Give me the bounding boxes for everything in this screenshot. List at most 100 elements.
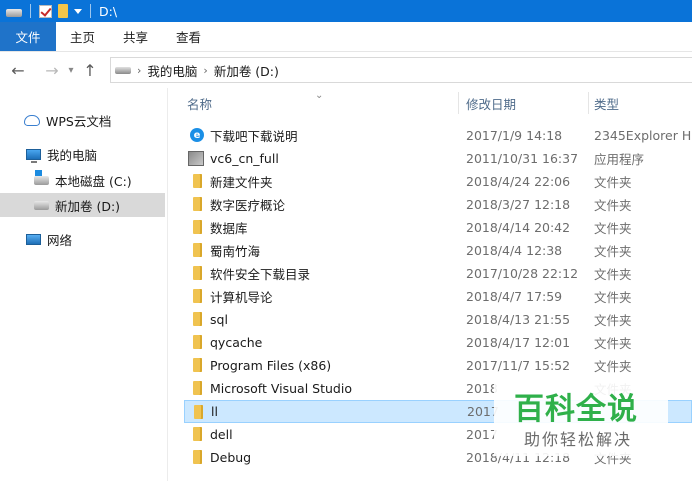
drive-icon bbox=[6, 9, 22, 17]
disk-d-icon bbox=[34, 200, 49, 210]
folder-icon bbox=[193, 289, 202, 303]
column-divider[interactable] bbox=[588, 92, 589, 114]
file-date: 2018/4/13 21:55 bbox=[466, 312, 571, 327]
forward-arrow-icon[interactable]: → bbox=[40, 58, 64, 82]
file-name: 新建文件夹 bbox=[210, 175, 273, 190]
tab-file[interactable]: 文件 bbox=[0, 22, 56, 51]
table-row[interactable]: 计算机导论 2018/4/7 17:59 文件夹 bbox=[184, 285, 692, 308]
nav-item-label: 新加卷 (D:) bbox=[55, 198, 121, 214]
file-name: dell bbox=[210, 427, 233, 442]
chevron-down-icon[interactable] bbox=[74, 8, 82, 14]
file-name: Debug bbox=[210, 450, 252, 465]
breadcrumb-separator-icon[interactable]: › bbox=[203, 64, 207, 77]
address-bar[interactable]: › 我的电脑 › 新加卷 (D:) bbox=[110, 57, 692, 83]
table-row[interactable]: e 下载吧下载说明 2017/1/9 14:18 2345Explorer H bbox=[184, 124, 692, 147]
table-row[interactable]: sql 2018/4/13 21:55 文件夹 bbox=[184, 308, 692, 331]
file-type: 文件夹 bbox=[594, 175, 632, 190]
file-type: 文件夹 bbox=[594, 267, 632, 282]
nav-item-network[interactable]: 网络 bbox=[26, 227, 72, 251]
folder-icon bbox=[193, 266, 202, 280]
breadcrumb-separator-icon[interactable]: › bbox=[137, 64, 141, 77]
column-header-name[interactable]: 名称 bbox=[187, 88, 212, 118]
watermark: 百科全说 助你轻松解决 bbox=[494, 378, 668, 456]
file-date: 2018/4/4 12:38 bbox=[466, 243, 563, 258]
nav-item-label: 本地磁盘 (C:) bbox=[55, 173, 132, 189]
table-row[interactable]: vc6_cn_full 2011/10/31 16:37 应用程序 bbox=[184, 147, 692, 170]
nav-item-label: 网络 bbox=[47, 232, 73, 248]
file-name: qycache bbox=[210, 335, 263, 350]
breadcrumb-drive-d[interactable]: 新加卷 (D:) bbox=[214, 61, 279, 80]
file-name: Program Files (x86) bbox=[210, 358, 332, 373]
file-name: 软件安全下载目录 bbox=[210, 267, 311, 282]
nav-item-disk-d[interactable]: 新加卷 (D:) bbox=[0, 193, 165, 217]
file-type: 文件夹 bbox=[594, 244, 632, 259]
disk-c-icon bbox=[34, 169, 49, 185]
table-row[interactable]: 数据库 2018/4/14 20:42 文件夹 bbox=[184, 216, 692, 239]
table-row[interactable]: 软件安全下载目录 2017/10/28 22:12 文件夹 bbox=[184, 262, 692, 285]
address-row: ← → ▾ ↑ › 我的电脑 › 新加卷 (D:) bbox=[0, 52, 692, 88]
column-divider[interactable] bbox=[458, 92, 459, 114]
folder-icon bbox=[193, 243, 202, 257]
tab-home[interactable]: 主页 bbox=[56, 22, 109, 51]
table-row[interactable]: Program Files (x86) 2017/11/7 15:52 文件夹 bbox=[184, 354, 692, 377]
up-arrow-icon[interactable]: ↑ bbox=[78, 58, 102, 82]
file-date: 2017/1/9 14:18 bbox=[466, 128, 563, 143]
file-name: 数字医疗概论 bbox=[210, 198, 286, 213]
quick-access-toolbar bbox=[6, 4, 93, 18]
folder-icon bbox=[193, 427, 202, 441]
folder-icon bbox=[193, 450, 202, 464]
file-type: 文件夹 bbox=[594, 290, 632, 305]
table-row[interactable]: 新建文件夹 2018/4/24 22:06 文件夹 bbox=[184, 170, 692, 193]
nav-item-label: 我的电脑 bbox=[47, 147, 98, 163]
file-type: 文件夹 bbox=[594, 198, 632, 213]
breadcrumb-my-computer[interactable]: 我的电脑 bbox=[147, 61, 197, 80]
new-folder-icon[interactable] bbox=[58, 4, 68, 18]
exe-icon bbox=[188, 151, 204, 166]
watermark-title: 百科全说 bbox=[514, 392, 638, 427]
title-bar: D:\ bbox=[0, 0, 692, 22]
cloud-icon bbox=[24, 114, 40, 126]
folder-icon bbox=[193, 197, 202, 211]
file-name: sql bbox=[210, 312, 228, 327]
file-name: 数据库 bbox=[210, 221, 248, 236]
file-type: 文件夹 bbox=[594, 359, 632, 374]
file-type: 文件夹 bbox=[594, 221, 632, 236]
file-name: 蜀南竹海 bbox=[210, 244, 261, 259]
recent-locations-chevron-icon[interactable]: ▾ bbox=[64, 58, 78, 82]
table-row[interactable]: 数字医疗概论 2018/3/27 12:18 文件夹 bbox=[184, 193, 692, 216]
ie-html-icon: e bbox=[190, 128, 204, 142]
file-date: 2018/4/14 20:42 bbox=[466, 220, 571, 235]
file-type: 文件夹 bbox=[594, 313, 632, 328]
file-date: 2017/11/7 15:52 bbox=[466, 358, 571, 373]
table-row[interactable]: 蜀南竹海 2018/4/4 12:38 文件夹 bbox=[184, 239, 692, 262]
column-header-date[interactable]: 修改日期 bbox=[466, 88, 516, 118]
nav-item-my-computer[interactable]: 我的电脑 bbox=[26, 142, 97, 166]
file-date: 2011/10/31 16:37 bbox=[466, 151, 579, 166]
file-type: 应用程序 bbox=[594, 152, 645, 167]
column-header-type[interactable]: 类型 bbox=[594, 88, 619, 118]
tab-share[interactable]: 共享 bbox=[109, 22, 162, 51]
table-row[interactable]: qycache 2018/4/17 12:01 文件夹 bbox=[184, 331, 692, 354]
toolbar-separator bbox=[30, 4, 31, 18]
folder-icon bbox=[193, 358, 202, 372]
properties-icon[interactable] bbox=[39, 4, 52, 18]
nav-item-wps-cloud[interactable]: WPS云文档 bbox=[24, 108, 111, 132]
back-arrow-icon[interactable]: ← bbox=[6, 58, 30, 82]
file-name: ll bbox=[211, 404, 218, 419]
folder-icon bbox=[193, 381, 202, 395]
nav-item-disk-c[interactable]: 本地磁盘 (C:) bbox=[34, 168, 132, 192]
file-date: 2018/4/7 17:59 bbox=[466, 289, 563, 304]
navigation-pane: WPS云文档 我的电脑 本地磁盘 (C:) 新加卷 (D:) 网络 bbox=[0, 88, 168, 481]
file-name: vc6_cn_full bbox=[210, 151, 279, 166]
nav-item-label: WPS云文档 bbox=[46, 113, 112, 129]
watermark-subtitle: 助你轻松解决 bbox=[524, 430, 633, 449]
file-date: 2018/3/27 12:18 bbox=[466, 197, 571, 212]
file-type: 2345Explorer H bbox=[594, 128, 692, 143]
tab-view[interactable]: 查看 bbox=[162, 22, 215, 51]
network-icon bbox=[26, 233, 41, 245]
ribbon-tabs: 文件 主页 共享 查看 bbox=[0, 22, 692, 52]
file-type: 文件夹 bbox=[594, 336, 632, 351]
window-title: D:\ bbox=[99, 3, 118, 19]
file-date: 2018/4/24 22:06 bbox=[466, 174, 571, 189]
folder-icon bbox=[194, 405, 203, 419]
